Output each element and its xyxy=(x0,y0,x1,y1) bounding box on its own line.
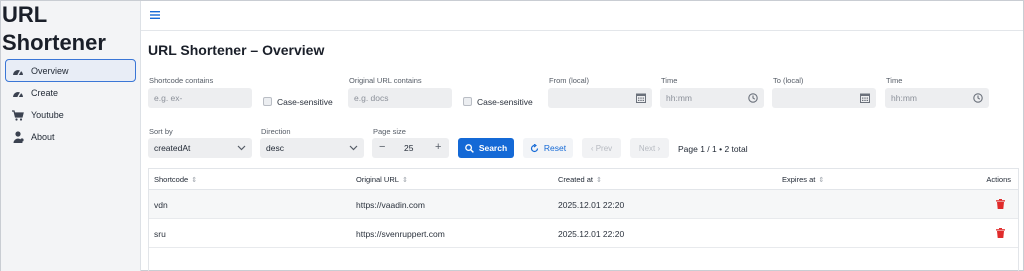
sort-icon: ⇕ xyxy=(596,177,602,184)
search-icon xyxy=(464,143,474,153)
chevron-down-icon xyxy=(348,143,358,153)
table-row[interactable]: sru https://svenruppert.com 2025.12.01 2… xyxy=(149,219,1018,248)
cell-shortcode: sru xyxy=(154,229,166,239)
trash-icon xyxy=(996,199,1005,209)
column-header-label: Original URL xyxy=(356,175,399,184)
from-date-input[interactable] xyxy=(548,88,652,108)
refresh-icon xyxy=(530,143,538,152)
column-header-actions: Actions xyxy=(986,175,1011,184)
column-header-created-at[interactable]: Created at ⇕ xyxy=(558,175,602,184)
to-time-placeholder: hh:mm xyxy=(891,93,917,103)
calendar-icon[interactable] xyxy=(860,93,870,103)
to-date-input[interactable] xyxy=(772,88,876,108)
shortcode-input[interactable]: e.g. ex- xyxy=(148,88,252,108)
sort-by-select[interactable]: createdAt xyxy=(148,138,252,158)
increment-button[interactable]: + xyxy=(435,141,441,153)
hamburger-icon xyxy=(150,11,160,19)
app-title-line-1: URL xyxy=(2,2,48,27)
case-sensitive-checkbox-1[interactable] xyxy=(263,97,272,106)
sidebar-nav: Overview Create Youtube About xyxy=(5,59,136,148)
sidebar: URL Shortener Overview Create Youtube Ab… xyxy=(1,1,141,271)
shortcode-label: Shortcode contains xyxy=(149,76,214,85)
results-table: Shortcode ⇕ Original URL ⇕ Created at ⇕ Exp… xyxy=(148,168,1019,271)
sidebar-item-about[interactable]: About xyxy=(5,126,136,148)
column-header-shortcode[interactable]: Shortcode ⇕ xyxy=(154,175,197,184)
app-title-line-2: Shortener xyxy=(2,30,106,55)
trash-icon xyxy=(996,228,1005,238)
original-url-label: Original URL contains xyxy=(349,76,422,85)
next-page-button[interactable]: Next › xyxy=(630,138,669,158)
search-button-label: Search xyxy=(478,143,508,153)
user-icon xyxy=(12,131,24,143)
sidebar-item-label: Overview xyxy=(31,65,69,76)
cart-icon xyxy=(12,109,24,121)
app-title: URL Shortener xyxy=(1,1,106,57)
case-sensitive-checkbox-2[interactable] xyxy=(463,97,472,106)
reset-button-label: Reset xyxy=(543,143,567,153)
from-time-placeholder: hh:mm xyxy=(666,93,692,103)
gauge-icon xyxy=(12,65,24,77)
search-button[interactable]: Search xyxy=(458,138,514,158)
direction-value: desc xyxy=(266,143,284,153)
gauge-icon xyxy=(12,87,24,99)
column-header-label: Shortcode xyxy=(154,175,189,184)
sidebar-item-label: About xyxy=(31,132,55,142)
from-date-label: From (local) xyxy=(549,76,590,85)
direction-select[interactable]: desc xyxy=(260,138,364,158)
cell-shortcode: vdn xyxy=(154,200,168,210)
delete-button[interactable] xyxy=(996,228,1005,238)
page-info: Page 1 / 1 • 2 total xyxy=(678,144,748,154)
table-row[interactable]: vdn https://vaadin.com 2025.12.01 22:20 xyxy=(149,190,1018,219)
cell-created-at: 2025.12.01 22:20 xyxy=(558,229,625,239)
sidebar-item-label: Create xyxy=(31,88,59,98)
clock-icon[interactable] xyxy=(973,93,983,103)
sidebar-item-youtube[interactable]: Youtube xyxy=(5,104,136,126)
direction-label: Direction xyxy=(261,127,291,136)
original-url-placeholder: e.g. docs xyxy=(354,93,389,103)
table-header: Shortcode ⇕ Original URL ⇕ Created at ⇕ Exp… xyxy=(149,169,1018,190)
prev-page-button[interactable]: ‹ Prev xyxy=(582,138,621,158)
from-time-input[interactable]: hh:mm xyxy=(660,88,764,108)
column-header-label: Expires at xyxy=(782,175,816,184)
delete-button[interactable] xyxy=(996,199,1005,209)
page-size-value: 25 xyxy=(404,143,414,153)
from-time-label: Time xyxy=(661,76,678,85)
column-header-label: Created at xyxy=(558,175,594,184)
clock-icon[interactable] xyxy=(748,93,758,103)
sort-by-label: Sort by xyxy=(149,127,173,136)
sidebar-item-overview[interactable]: Overview xyxy=(5,59,136,82)
sidebar-item-label: Youtube xyxy=(31,110,64,120)
main-content: URL Shortener – Overview Shortcode conta… xyxy=(141,1,1023,271)
to-time-label: Time xyxy=(886,76,903,85)
case-sensitive-label-2: Case-sensitive xyxy=(477,97,533,107)
shortcode-placeholder: e.g. ex- xyxy=(154,93,183,103)
top-bar xyxy=(141,1,1023,31)
column-header-original-url[interactable]: Original URL ⇕ xyxy=(356,175,408,184)
chevron-down-icon xyxy=(236,143,246,153)
sort-by-value: createdAt xyxy=(154,143,191,153)
original-url-input[interactable]: e.g. docs xyxy=(348,88,452,108)
menu-toggle-button[interactable] xyxy=(149,9,161,21)
cell-created-at: 2025.12.01 22:20 xyxy=(558,200,625,210)
case-sensitive-label-1: Case-sensitive xyxy=(277,97,333,107)
to-time-input[interactable]: hh:mm xyxy=(885,88,989,108)
decrement-button[interactable]: − xyxy=(379,141,385,153)
column-header-expires-at[interactable]: Expires at ⇕ xyxy=(782,175,824,184)
sidebar-item-create[interactable]: Create xyxy=(5,82,136,104)
reset-button[interactable]: Reset xyxy=(523,138,573,158)
page-size-stepper[interactable]: − 25 + xyxy=(372,138,449,158)
page-size-label: Page size xyxy=(373,127,406,136)
to-date-label: To (local) xyxy=(773,76,804,85)
sort-icon: ⇕ xyxy=(401,177,408,184)
calendar-icon[interactable] xyxy=(636,93,646,103)
sort-icon: ⇕ xyxy=(818,177,825,184)
page-title: URL Shortener – Overview xyxy=(148,42,325,58)
sort-icon: ⇕ xyxy=(191,177,198,184)
cell-original-url: https://svenruppert.com xyxy=(356,229,445,239)
cell-original-url: https://vaadin.com xyxy=(356,200,425,210)
